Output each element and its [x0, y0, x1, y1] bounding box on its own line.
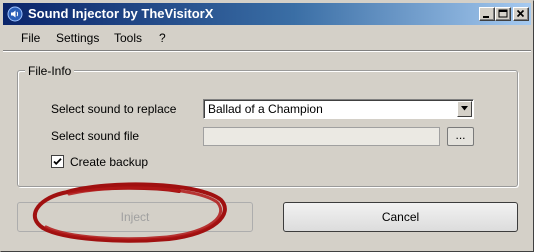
menu-tools[interactable]: Tools: [114, 31, 142, 45]
create-backup-label[interactable]: Create backup: [70, 155, 148, 169]
red-circle-annotation: [32, 182, 227, 243]
menu-bar: File Settings Tools ?: [3, 27, 531, 49]
dropdown-button[interactable]: [457, 101, 472, 117]
checkmark-icon: [53, 158, 62, 165]
sound-replace-dropdown[interactable]: Ballad of a Champion: [203, 99, 474, 119]
maximize-button[interactable]: [495, 7, 511, 21]
replace-sound-label: Select sound to replace: [51, 102, 177, 116]
close-icon: [516, 9, 525, 18]
selected-sound: Ballad of a Champion: [208, 102, 323, 116]
cancel-button[interactable]: Cancel: [283, 202, 518, 232]
sound-file-field[interactable]: [203, 127, 440, 146]
sound-file-label: Select sound file: [51, 129, 140, 143]
main-window: Sound Injector by TheVisitorX File Setti…: [0, 0, 534, 252]
speaker-icon: [7, 6, 23, 22]
menu-settings[interactable]: Settings: [56, 31, 99, 45]
create-backup-checkbox[interactable]: [51, 155, 64, 168]
menu-help[interactable]: ?: [159, 31, 166, 45]
minimize-button[interactable]: [479, 7, 495, 21]
minimize-icon: [483, 16, 489, 18]
maximize-icon: [498, 9, 508, 18]
chevron-down-icon: [461, 106, 468, 111]
group-title: File-Info: [25, 64, 75, 78]
title-bar[interactable]: Sound Injector by TheVisitorX: [3, 3, 531, 25]
window-title: Sound Injector by TheVisitorX: [28, 6, 214, 21]
browse-button[interactable]: ...: [447, 127, 474, 146]
menu-file[interactable]: File: [21, 31, 40, 45]
close-button[interactable]: [513, 7, 529, 21]
menu-divider: [3, 50, 531, 52]
